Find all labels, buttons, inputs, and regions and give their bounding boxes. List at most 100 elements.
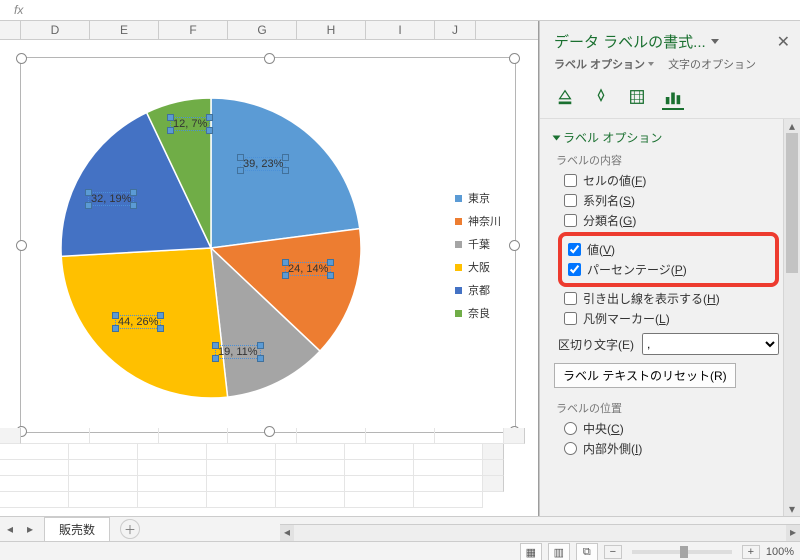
col-header[interactable]: E <box>90 21 159 39</box>
label-options-tab[interactable]: ラベル オプション <box>554 56 654 72</box>
legend-item[interactable]: 奈良 <box>455 305 507 321</box>
opt-category-name[interactable]: 分類名(G) <box>564 212 779 229</box>
scroll-right-icon[interactable]: ▸ <box>786 525 800 541</box>
group-label-position: ラベルの位置 <box>556 400 779 416</box>
pane-scrollbar[interactable]: ▴ ▾ <box>783 119 800 516</box>
resize-handle[interactable] <box>509 53 520 64</box>
col-header[interactable]: H <box>297 21 366 39</box>
reset-label-text-button[interactable]: ラベル テキストのリセット(R) <box>554 363 736 388</box>
legend-label: 神奈川 <box>468 213 501 229</box>
label-selection-dot <box>282 154 289 161</box>
fill-line-icon[interactable] <box>554 86 576 108</box>
legend-item[interactable]: 神奈川 <box>455 213 507 229</box>
close-button[interactable]: ✕ <box>777 32 790 52</box>
zoom-out-button[interactable]: − <box>604 545 622 559</box>
legend-label: 奈良 <box>468 305 490 321</box>
fx-icon[interactable]: fx <box>14 3 23 17</box>
label-selection-dot <box>282 167 289 174</box>
legend-swatch <box>455 310 462 317</box>
grid-cells[interactable] <box>0 428 538 516</box>
zoom-level[interactable]: 100% <box>766 546 794 558</box>
data-label[interactable]: 12, 7% <box>171 118 209 130</box>
checkbox[interactable] <box>564 214 577 227</box>
legend-swatch <box>455 195 462 202</box>
legend-swatch <box>455 218 462 225</box>
col-header[interactable]: G <box>228 21 297 39</box>
pos-center[interactable]: 中央(C) <box>564 420 779 437</box>
separator-label: 区切り文字(E) <box>558 336 634 353</box>
zoom-in-button[interactable]: + <box>742 545 760 559</box>
opt-percentage[interactable]: パーセンテージ(P) <box>568 261 769 278</box>
sheet-tab[interactable]: 販売数 <box>44 517 110 541</box>
status-bar: ▦ ▥ ⧉ − + 100% <box>0 541 800 560</box>
checkbox[interactable] <box>564 174 577 187</box>
pie-svg <box>61 98 361 398</box>
checkbox[interactable] <box>564 292 577 305</box>
formula-bar[interactable]: fx <box>0 0 800 21</box>
data-label[interactable]: 24, 14% <box>286 263 330 275</box>
pie-chart[interactable]: 39, 23% 24, 14% 19, 11% 44, 26% 32, 19% … <box>61 98 361 398</box>
resize-handle[interactable] <box>264 53 275 64</box>
expand-icon <box>553 135 561 140</box>
view-page-layout-icon[interactable]: ▥ <box>548 543 570 560</box>
format-data-labels-pane: データ ラベルの書式... ✕ ラベル オプション 文字のオプション ラベル オ… <box>539 21 800 516</box>
effects-icon[interactable] <box>590 86 612 108</box>
data-label[interactable]: 39, 23% <box>241 158 285 170</box>
data-label[interactable]: 19, 11% <box>216 346 260 358</box>
separator-select[interactable]: , <box>642 333 779 355</box>
tab-nav-prev[interactable]: ◂ <box>2 521 18 537</box>
tab-nav-next[interactable]: ▸ <box>22 521 38 537</box>
legend-item[interactable]: 大阪 <box>455 259 507 275</box>
resize-handle[interactable] <box>16 53 27 64</box>
column-headers: D E F G H I J <box>0 21 538 40</box>
chart-object[interactable]: 39, 23% 24, 14% 19, 11% 44, 26% 32, 19% … <box>20 57 516 433</box>
data-label[interactable]: 32, 19% <box>89 193 133 205</box>
radio[interactable] <box>564 442 577 455</box>
pane-title[interactable]: データ ラベルの書式... <box>554 31 719 52</box>
scrollbar-thumb[interactable] <box>786 133 798 273</box>
scroll-left-icon[interactable]: ◂ <box>280 525 294 541</box>
checkbox[interactable] <box>568 243 581 256</box>
pos-inside-end[interactable]: 内部外側(I) <box>564 440 779 457</box>
resize-handle[interactable] <box>16 240 27 251</box>
opt-legend-marker[interactable]: 凡例マーカー(L) <box>564 310 779 327</box>
checkbox[interactable] <box>564 194 577 207</box>
label-selection-dot <box>237 167 244 174</box>
label-options-icon[interactable] <box>662 86 684 110</box>
legend-swatch <box>455 287 462 294</box>
zoom-slider[interactable] <box>632 550 732 554</box>
data-label[interactable]: 44, 26% <box>116 316 160 328</box>
col-header[interactable]: I <box>366 21 435 39</box>
legend-swatch <box>455 241 462 248</box>
col-header[interactable]: D <box>21 21 90 39</box>
text-options-tab[interactable]: 文字のオプション <box>668 56 756 72</box>
col-header[interactable]: J <box>435 21 476 39</box>
group-label-content: ラベルの内容 <box>556 152 779 168</box>
horizontal-scrollbar[interactable]: ◂ ▸ <box>280 524 800 541</box>
opt-value[interactable]: 値(V) <box>568 241 769 258</box>
label-selection-dot <box>237 154 244 161</box>
view-page-break-icon[interactable]: ⧉ <box>576 543 598 560</box>
opt-leader-lines[interactable]: 引き出し線を表示する(H) <box>564 290 779 307</box>
opt-cell-value[interactable]: セルの値(F) <box>564 172 779 189</box>
col-header[interactable]: F <box>159 21 228 39</box>
zoom-slider-knob[interactable] <box>680 546 688 558</box>
section-label-options[interactable]: ラベル オプション <box>554 129 779 146</box>
checkbox[interactable] <box>564 312 577 325</box>
legend-item[interactable]: 千葉 <box>455 236 507 252</box>
worksheet-area: D E F G H I J 39, 23% <box>0 21 539 516</box>
legend-item[interactable]: 京都 <box>455 282 507 298</box>
new-sheet-button[interactable]: ＋ <box>120 519 140 539</box>
legend-swatch <box>455 264 462 271</box>
legend-item[interactable]: 東京 <box>455 190 507 206</box>
chart-legend[interactable]: 東京 神奈川 千葉 大阪 京都 奈良 <box>455 183 507 328</box>
radio[interactable] <box>564 422 577 435</box>
size-properties-icon[interactable] <box>626 86 648 108</box>
view-normal-icon[interactable]: ▦ <box>520 543 542 560</box>
select-all-corner[interactable] <box>0 21 21 39</box>
legend-label: 東京 <box>468 190 490 206</box>
resize-handle[interactable] <box>509 240 520 251</box>
sheet-tab-bar: ◂ ▸ 販売数 ＋ ◂ ▸ <box>0 516 800 541</box>
opt-series-name[interactable]: 系列名(S) <box>564 192 779 209</box>
checkbox[interactable] <box>568 263 581 276</box>
